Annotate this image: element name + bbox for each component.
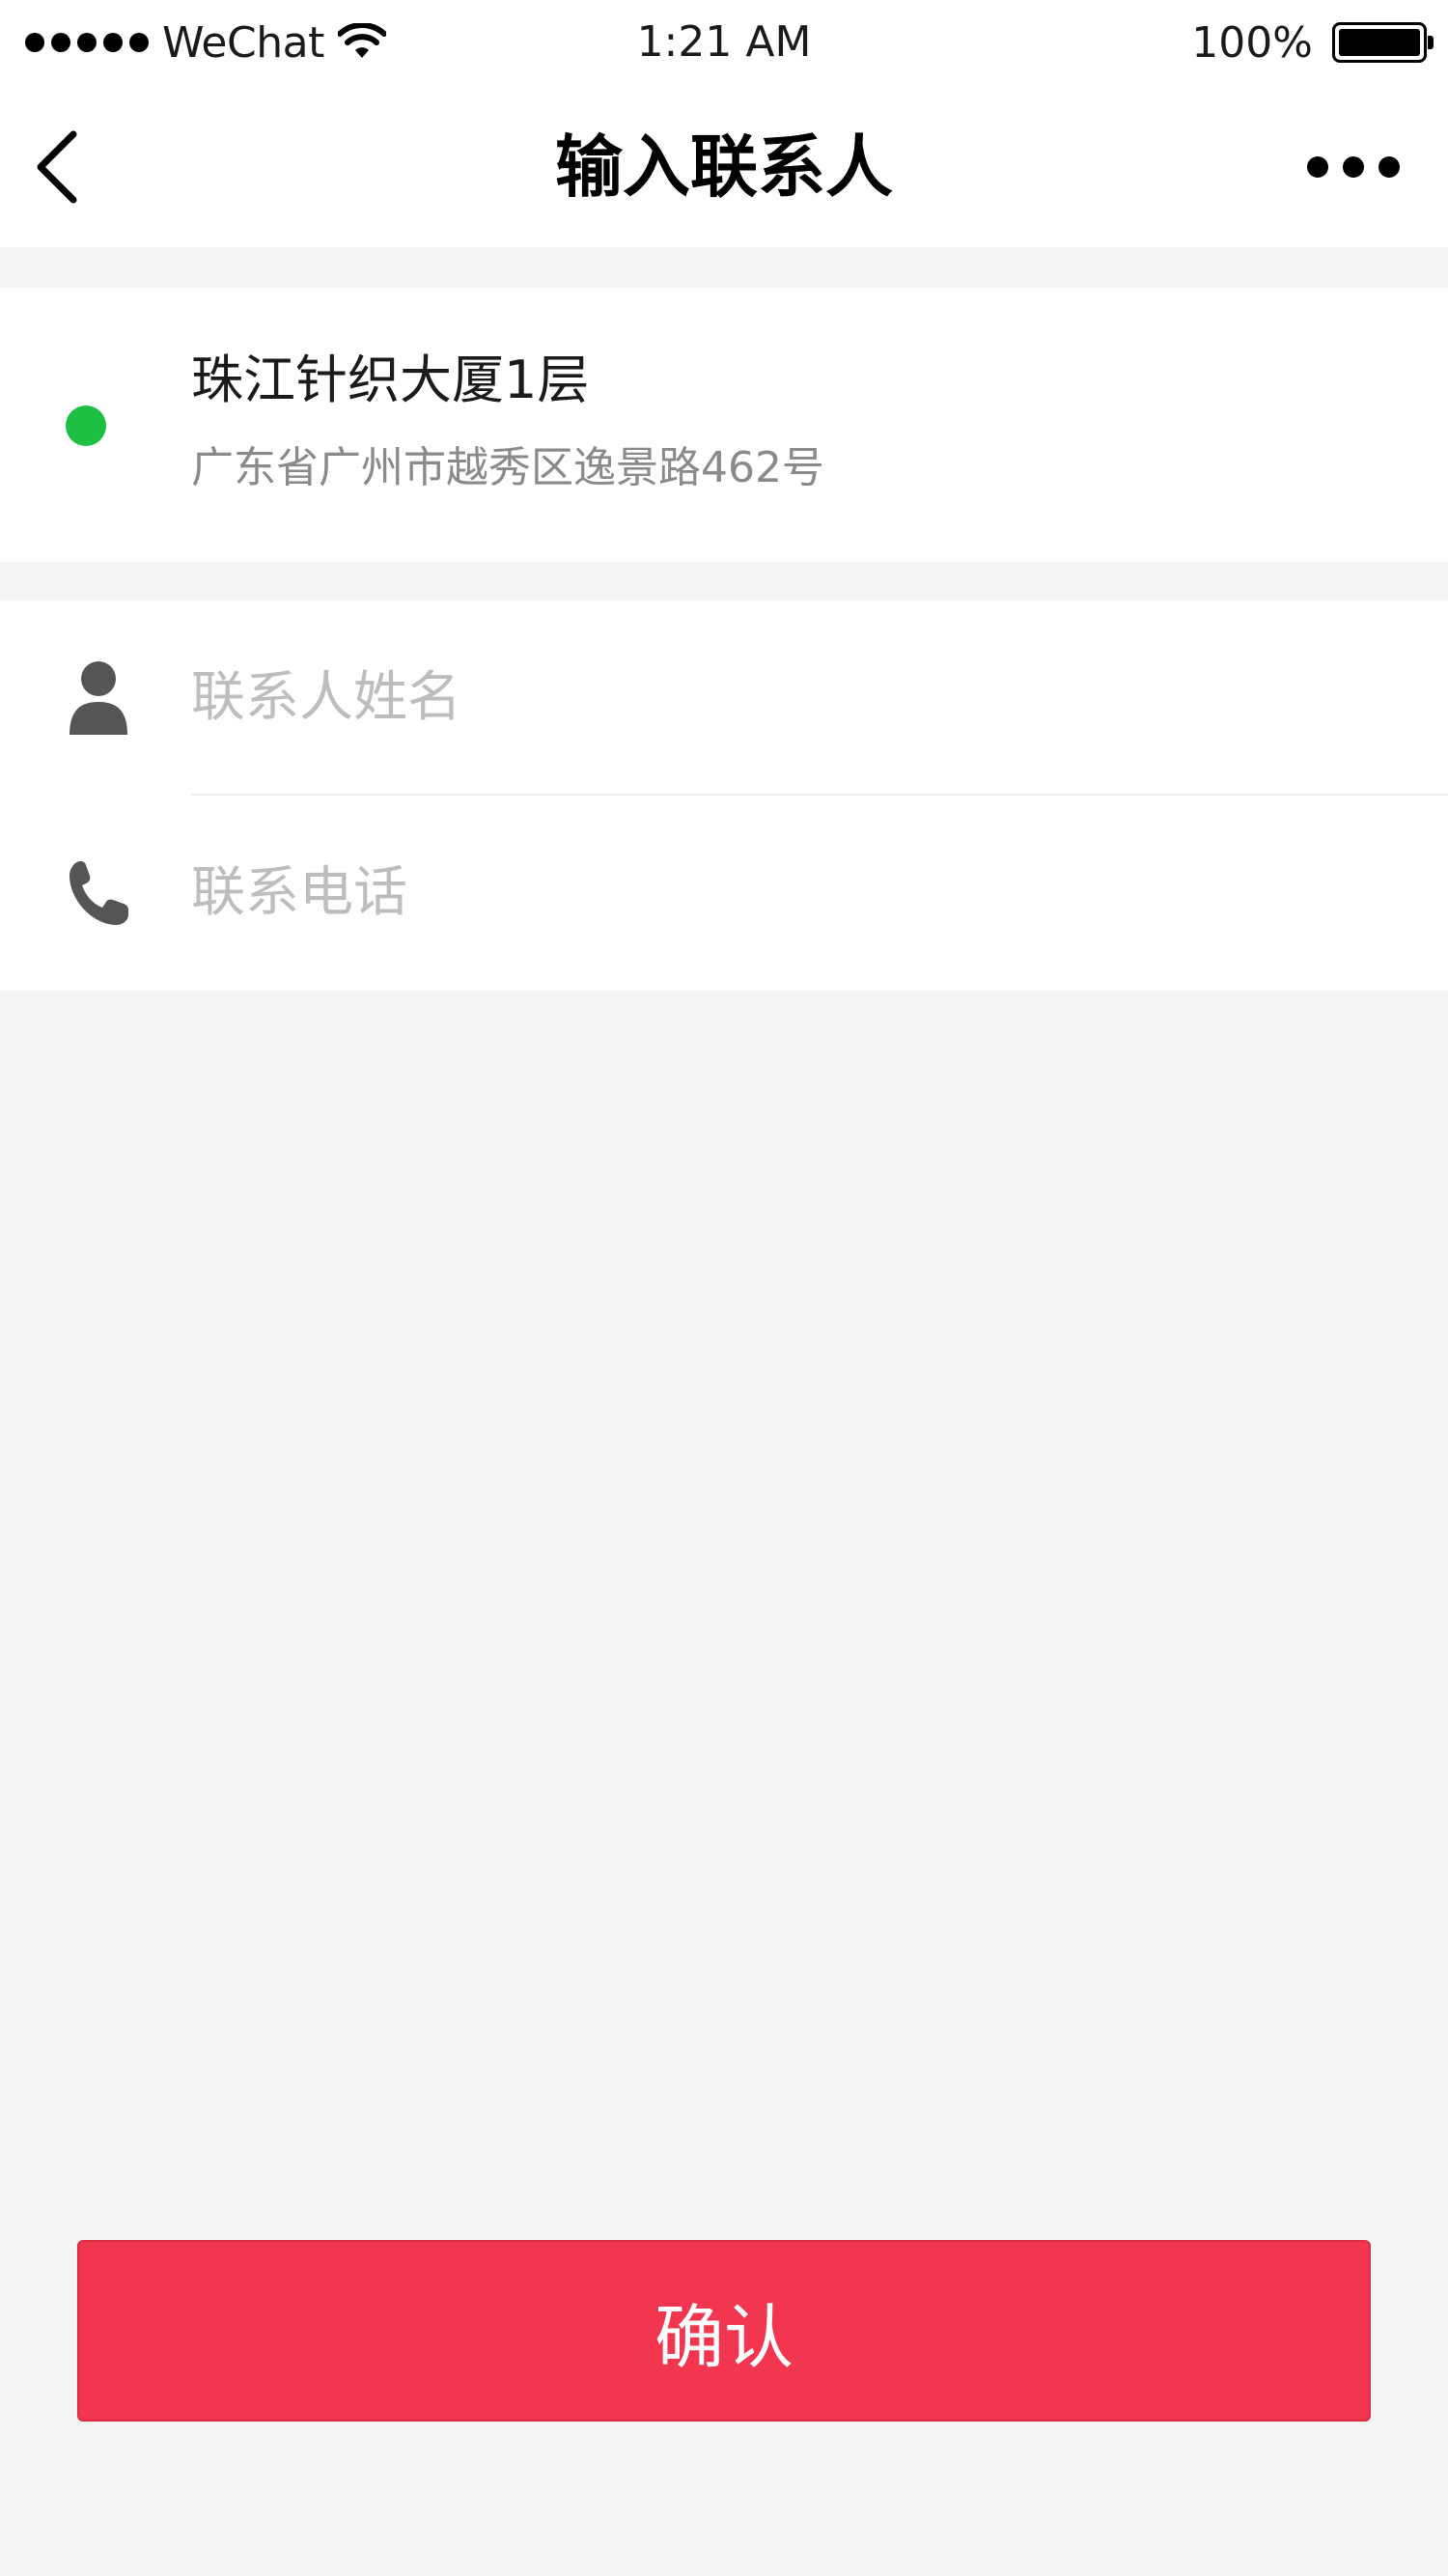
person-icon	[64, 655, 133, 742]
location-name: 珠江针织大厦1层	[191, 350, 590, 410]
location-card[interactable]: 珠江针织大厦1层 广东省广州市越秀区逸景路462号	[0, 288, 1448, 562]
more-dots-icon	[1307, 156, 1328, 178]
contact-name-input[interactable]	[191, 649, 1388, 745]
location-address: 广东省广州市越秀区逸景路462号	[191, 443, 824, 492]
name-row	[0, 601, 1448, 796]
status-right: 100%	[1191, 15, 1434, 70]
phone-row	[0, 796, 1448, 991]
status-bar: WeChat 1:21 AM 100%	[0, 0, 1448, 85]
navigation-bar: 输入联系人	[0, 85, 1448, 247]
page-title: 输入联系人	[555, 127, 893, 207]
battery-icon	[1332, 22, 1434, 63]
contact-form	[0, 601, 1448, 991]
battery-percent: 100%	[1191, 17, 1313, 68]
more-button[interactable]	[1307, 143, 1400, 191]
contact-phone-input[interactable]	[191, 844, 1388, 940]
green-dot-icon	[66, 406, 106, 446]
phone-icon	[64, 850, 133, 937]
confirm-button[interactable]: 确认	[77, 2240, 1371, 2422]
